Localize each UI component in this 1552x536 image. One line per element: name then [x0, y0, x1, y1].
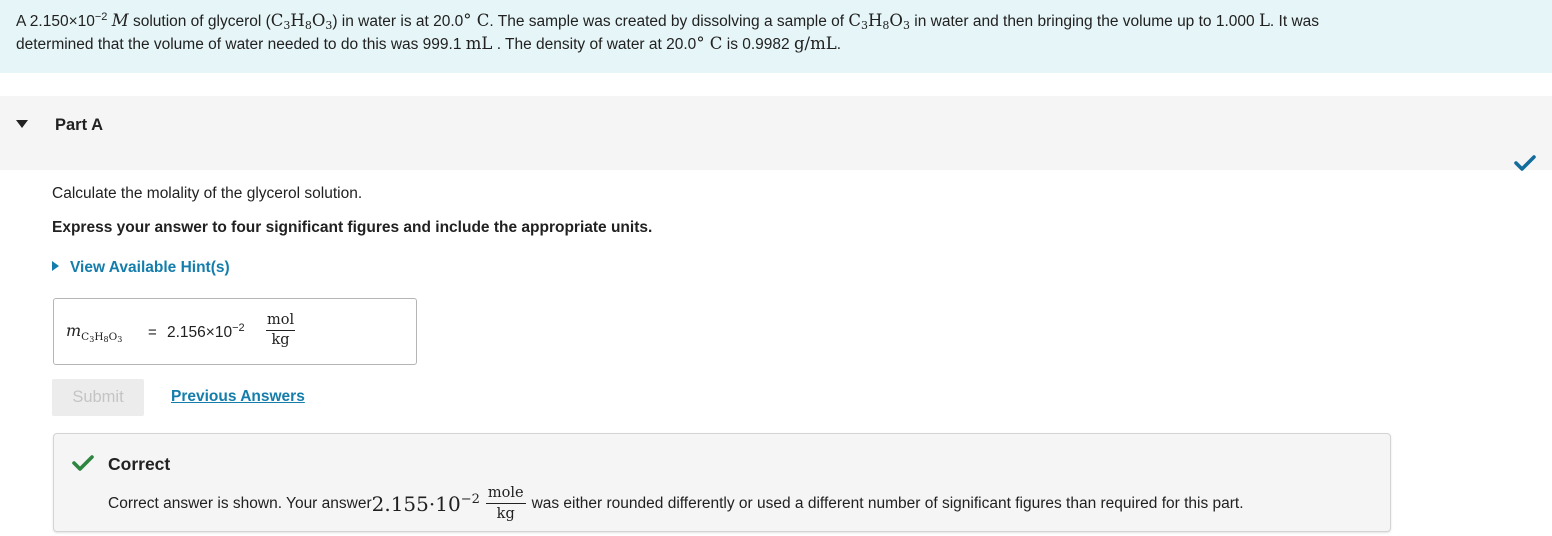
problem-line-1: A 2.150×10−2 M solution of glycerol (C3H…	[16, 10, 1536, 33]
density-unit: g/mL	[793, 34, 837, 53]
degree-unit: ° C	[696, 34, 723, 53]
liter-unit: L	[1258, 11, 1270, 30]
molarity-unit: M	[111, 11, 129, 30]
equals-sign: =	[148, 324, 157, 341]
submitted-unit: mole kg	[485, 485, 526, 522]
part-title: Part A	[55, 116, 103, 134]
glycerol-formula: C3H8O3	[270, 11, 333, 32]
answer-field[interactable]: mC3H8O3 = 2.156×10−2 mol kg	[53, 298, 417, 365]
collapse-triangle-icon[interactable]	[16, 120, 28, 128]
answer-value[interactable]: 2.156×10−2	[167, 323, 245, 342]
milliliter-unit: mL	[465, 34, 493, 53]
problem-text: . It was	[1269, 13, 1320, 30]
problem-statement: A 2.150×10−2 M solution of glycerol (C3H…	[0, 0, 1552, 73]
part-a-header[interactable]: Part A	[0, 96, 1552, 170]
problem-text: ) in water is at 20.0	[332, 13, 464, 30]
feedback-title: Correct	[108, 454, 171, 474]
correct-check-icon	[72, 455, 94, 471]
answer-variable: mC3H8O3	[66, 321, 123, 344]
caret-right-icon	[52, 261, 59, 271]
feedback-panel: Correct Correct answer is shown. Your an…	[53, 433, 1391, 532]
problem-text: . The density of water at 20.0	[492, 36, 697, 53]
problem-text: is 0.9982	[722, 36, 794, 53]
problem-text: solution of glycerol (	[128, 13, 271, 30]
problem-line-2: determined that the volume of water need…	[16, 33, 1536, 56]
check-icon	[1514, 155, 1536, 171]
feedback-text: Correct answer is shown. Your answer 2.1…	[108, 485, 1244, 522]
view-hints-link[interactable]: View Available Hint(s)	[52, 259, 230, 277]
submitted-value: 2.155·10−2	[371, 491, 480, 516]
exponent: −2	[94, 11, 108, 23]
submit-button[interactable]: Submit	[52, 379, 144, 416]
glycerol-formula: C3H8O3	[848, 11, 910, 32]
answer-unit[interactable]: mol kg	[266, 312, 296, 349]
question-prompt: Calculate the molality of the glycerol s…	[52, 185, 363, 202]
degree-unit: ° C	[463, 11, 490, 30]
question-instruction: Express your answer to four significant …	[52, 219, 653, 236]
previous-answers-link[interactable]: Previous Answers	[171, 388, 305, 406]
problem-text: .	[836, 36, 842, 53]
problem-text: A 2.150×10	[16, 13, 95, 30]
problem-text: determined that the volume of water need…	[16, 36, 466, 53]
problem-text: . The sample was created by dissolving a…	[489, 13, 849, 30]
hints-label: View Available Hint(s)	[70, 259, 230, 276]
problem-text: in water and then bringing the volume up…	[909, 13, 1259, 30]
